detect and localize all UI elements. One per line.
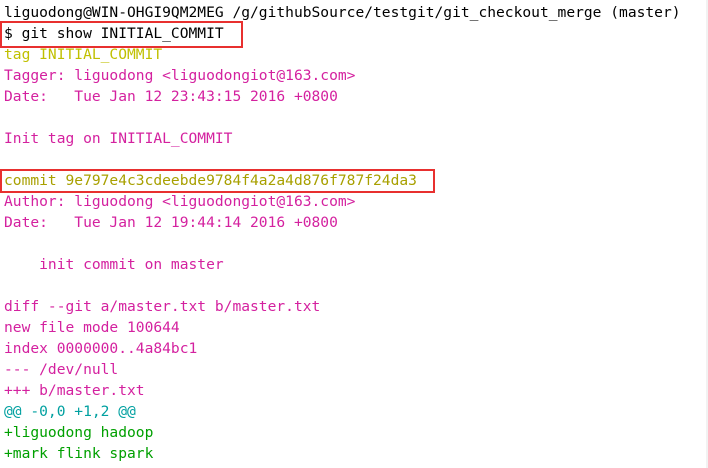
output-line-commit-message: init commit on master [4,256,224,273]
output-line-added: +mark flink spark [4,445,154,462]
output-line-commit-hash: commit 9e797e4c3cdeebde9784f4a2a4d876f78… [4,172,417,189]
output-line-tag-message: Init tag on INITIAL_COMMIT [4,130,233,147]
output-line-tag: tag INITIAL_COMMIT [4,46,163,63]
command-line: $ git show INITIAL_COMMIT [4,25,224,42]
output-line-tagger: Tagger: liguodong <liguodongiot@163.com> [4,67,356,84]
output-line-added: +liguodong hadoop [4,424,154,441]
output-line-hunk-header: @@ -0,0 +1,2 @@ [4,403,136,420]
terminal-window[interactable]: liguodong@WIN-OHGI9QM2MEG /g/githubSourc… [0,0,708,468]
output-line-file-mode: new file mode 100644 [4,319,180,336]
output-line-index: index 0000000..4a84bc1 [4,340,198,357]
output-line-tag-date: Date: Tue Jan 12 23:43:15 2016 +0800 [4,88,338,105]
output-line-new-file: +++ b/master.txt [4,382,145,399]
output-line-old-file: --- /dev/null [4,361,119,378]
output-line-diff-header: diff --git a/master.txt b/master.txt [4,298,321,315]
output-line-commit-date: Date: Tue Jan 12 19:44:14 2016 +0800 [4,214,338,231]
output-line-author: Author: liguodong <liguodongiot@163.com> [4,193,356,210]
prompt-line: liguodong@WIN-OHGI9QM2MEG /g/githubSourc… [4,4,681,21]
